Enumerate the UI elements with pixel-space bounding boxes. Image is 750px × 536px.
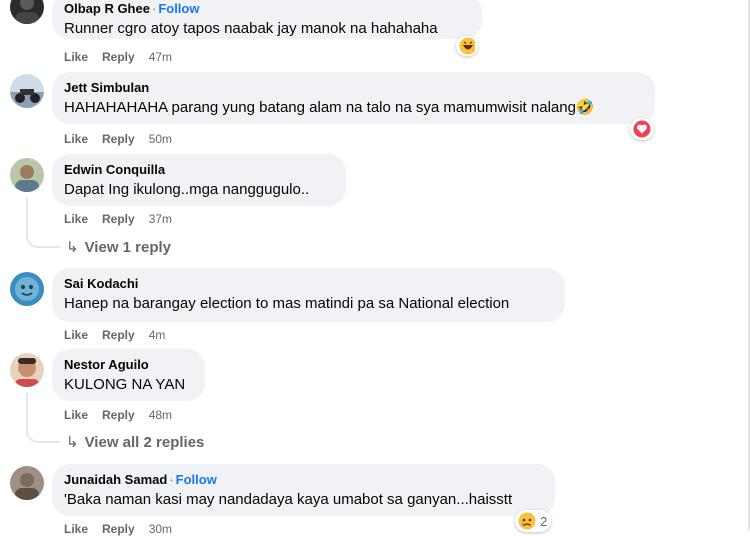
reaction-count: 2 [540,513,548,529]
sad-emoji-icon [518,512,536,530]
avatar[interactable] [10,158,44,192]
reply-button[interactable]: Reply [102,522,135,536]
timestamp[interactable]: 48m [149,408,172,422]
timestamp[interactable]: 37m [149,212,172,226]
comment-text: 'Baka naman kasi may nandadaya kaya umab… [64,491,513,508]
avatar-image [15,358,39,387]
avatar[interactable] [10,353,44,387]
follow-button[interactable]: Follow [176,472,217,487]
separator-dot: · [169,472,174,487]
comment-text: HAHAHAHAHA parang yung batang alam na ta… [64,99,595,116]
reply-button[interactable]: Reply [102,50,135,64]
comment-actions: Like Reply 37m [64,212,186,226]
comment-bubble: Nestor Aguilo KULONG NA YAN [52,349,205,401]
reply-button[interactable]: Reply [102,212,135,226]
comment-actions: Like Reply 30m [64,522,186,536]
comment-bubble: Jett Simbulan HAHAHAHAHA parang yung bat… [52,72,655,124]
comment-actions: Like Reply 4m [64,328,179,342]
like-button[interactable]: Like [64,132,88,146]
avatar[interactable] [10,466,44,500]
reply-button[interactable]: Reply [102,132,135,146]
comment-actions: Like Reply 48m [64,408,186,422]
avatar[interactable] [10,74,44,108]
view-replies-link[interactable]: ↳ View 1 reply [66,238,171,256]
comment-text: Hanep na barangay election to mas matind… [64,295,510,312]
follow-button[interactable]: Follow [158,1,199,16]
comment-item: Nestor Aguilo KULONG NA YAN Like Reply 48m… [0,349,750,459]
comment-item: Junaidah Samad · Follow 'Baka naman kasi m… [0,464,750,536]
avatar-image [15,473,39,500]
commenter-name[interactable]: Edwin Conquilla [64,162,334,178]
like-button[interactable]: Like [64,408,88,422]
view-replies-label[interactable]: View all 2 replies [85,434,205,451]
commenter-name[interactable]: Jett Simbulan [64,80,643,96]
commenter-name[interactable]: Junaidah Samad [64,472,167,487]
timestamp[interactable]: 4m [149,328,166,342]
avatar-image [15,0,39,24]
comment-bubble: Sai Kodachi Hanep na barangay election t… [52,268,565,322]
comment-item: Jett Simbulan HAHAHAHAHA parang yung bat… [0,72,750,152]
like-button[interactable]: Like [64,212,88,226]
comment-bubble: Junaidah Samad · Follow 'Baka naman kasi m… [52,464,555,516]
like-button[interactable]: Like [64,50,88,64]
commenter-name[interactable]: Sai Kodachi [64,276,553,292]
reaction-badge[interactable]: 2 [515,510,552,532]
timestamp[interactable]: 50m [149,132,172,146]
like-button[interactable]: Like [64,328,88,342]
comment-text: Runner cgro atoy tapos naabak jay manok … [64,20,438,37]
view-replies-link[interactable]: ↳ View all 2 replies [66,433,204,451]
avatar-image [15,165,39,192]
reply-button[interactable]: Reply [102,408,135,422]
comment-item: Sai Kodachi Hanep na barangay election t… [0,268,750,348]
avatar[interactable] [10,272,44,306]
avatar[interactable] [10,0,44,24]
heart-emoji-icon [633,120,651,138]
comment-text: KULONG NA YAN [64,376,186,393]
reply-arrow-icon: ↳ [66,434,79,451]
like-button[interactable]: Like [64,522,88,536]
timestamp[interactable]: 30m [149,522,172,536]
reply-arrow-icon: ↳ [66,239,79,256]
reply-thread-line [26,393,60,443]
comment-item: Edwin Conquilla Dapat Ing ikulong..mga n… [0,154,750,264]
separator-dot: · [151,1,157,16]
reaction-badge[interactable] [456,36,478,56]
view-replies-label[interactable]: View 1 reply [85,239,171,256]
comment-text: Dapat Ing ikulong..mga nanggugulo.. [64,181,310,198]
comment-bubble: Edwin Conquilla Dapat Ing ikulong..mga n… [52,154,346,206]
comment-actions: Like Reply 47m [64,50,186,64]
commenter-name[interactable]: Nestor Aguilo [64,357,193,373]
comment-actions: Like Reply 50m [64,132,186,146]
commenter-name[interactable]: Olbap R Ghee [64,1,150,16]
reply-thread-line [26,198,60,248]
comment-bubble: Olbap R Ghee · Follow Runner cgro atoy tap… [52,0,482,39]
timestamp[interactable]: 47m [149,50,172,64]
avatar-image [15,277,39,301]
laugh-emoji-icon [459,37,475,55]
reaction-badge[interactable] [630,118,654,140]
reply-button[interactable]: Reply [102,328,135,342]
avatar-image [10,89,44,108]
comment-item: Olbap R Ghee · Follow Runner cgro atoy tap… [0,0,750,70]
